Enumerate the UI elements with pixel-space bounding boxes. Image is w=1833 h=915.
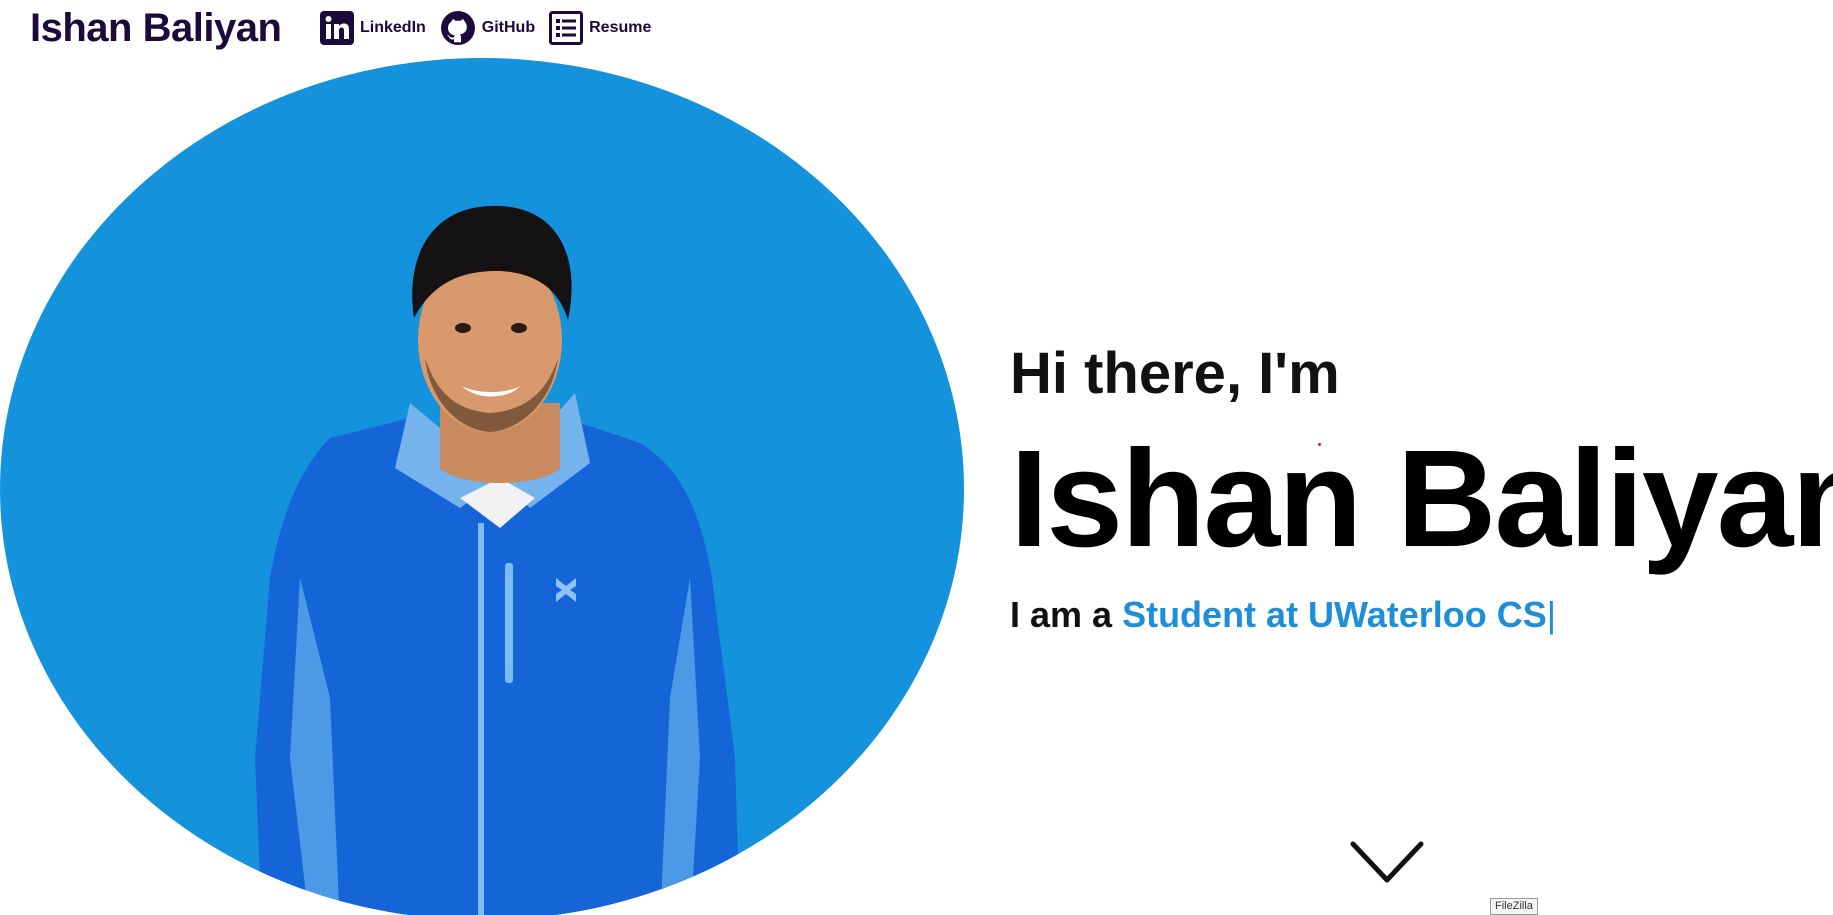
header-nav: LinkedIn GitHub Resume — [320, 10, 655, 46]
nav-link-resume[interactable]: Resume — [549, 11, 651, 45]
site-brand[interactable]: Ishan Baliyan — [30, 6, 282, 51]
list-document-icon — [549, 11, 584, 45]
profile-photo — [255, 205, 740, 915]
github-icon — [440, 10, 476, 46]
nav-link-label: LinkedIn — [360, 19, 426, 36]
portfolio-page: Ishan Baliyan LinkedIn GitHub Resume Hi … — [0, 0, 1833, 915]
hero-role-line: I am a Student at UWaterloo CS| — [1010, 594, 1556, 636]
scroll-down-button[interactable] — [1350, 840, 1424, 886]
role-typed-text: Student at UWaterloo CS — [1122, 594, 1547, 635]
hero-greeting: Hi there, I'm — [1010, 341, 1340, 406]
filezilla-tooltip: FileZilla — [1490, 898, 1538, 915]
hero-name: Ishan Baliyan — [1010, 422, 1833, 576]
linkedin-icon — [320, 11, 354, 45]
nav-link-label: GitHub — [481, 19, 536, 36]
nav-link-label: Resume — [589, 19, 652, 36]
typing-cursor: | — [1546, 594, 1557, 635]
chevron-down-icon — [1350, 841, 1424, 883]
nav-link-github[interactable]: GitHub — [440, 10, 535, 46]
nav-link-linkedin[interactable]: LinkedIn — [320, 11, 426, 45]
role-prefix: I am a — [1010, 594, 1123, 635]
profile-photo-circle — [0, 58, 964, 915]
